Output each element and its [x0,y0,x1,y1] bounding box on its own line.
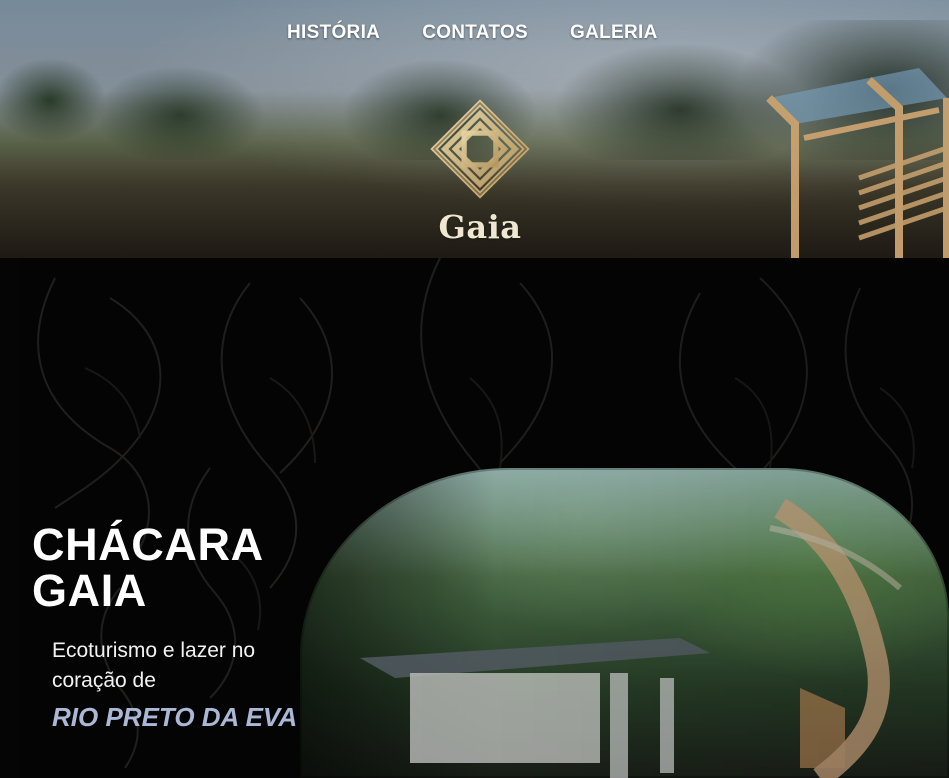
page-title: CHÁCARA GAIA [32,522,264,614]
top-nav: HISTÓRIA CONTATOS GALERIA [287,22,658,50]
location-text: RIO PRETO DA EVA [52,702,298,732]
featured-photo [300,468,949,778]
page-subtitle: Ecoturismo e lazer no coração de [52,639,256,692]
nav-link-contatos[interactable]: CONTATOS [422,22,528,50]
title-line-1: CHÁCARA [32,519,264,570]
pergola-illustration [766,68,949,258]
gazebo-illustration [360,498,902,778]
nav-link-galeria[interactable]: GALERIA [570,22,658,50]
logo-wordmark: Gaia [438,208,522,246]
gaia-knot-icon [430,99,530,199]
nav-link-historia[interactable]: HISTÓRIA [287,22,380,50]
site-logo: Gaia [420,96,540,246]
title-line-2: GAIA [32,565,147,616]
hero-banner: HISTÓRIA CONTATOS GALERIA Gaia [0,0,949,258]
